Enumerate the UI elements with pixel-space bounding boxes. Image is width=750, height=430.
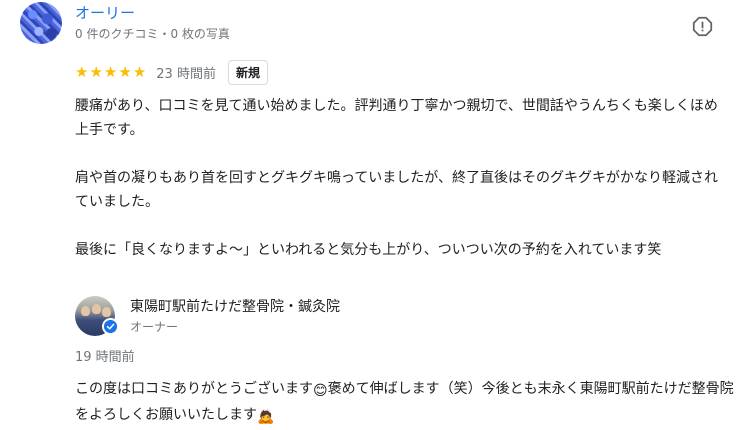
reply-time: 19 時間前 <box>75 350 135 365</box>
owner-reply: この度は口コミありがとうございます😊褒めて伸ばします（笑）今後とも末永く東陽町駅… <box>75 377 735 429</box>
owner-name: 東陽町駅前たけだ整骨院・鍼灸院 <box>130 299 340 315</box>
review-body: 腰痛があり、口コミを見て通い始めました。評判通り丁寧かつ親切で、世間話やうんちく… <box>75 94 720 262</box>
star-icon: ★ <box>132 62 147 81</box>
star-icon: ★ <box>118 62 132 81</box>
reviewer-meta: 0 件のクチコミ・0 枚の写真 <box>75 27 230 41</box>
report-icon[interactable] <box>692 16 713 37</box>
star-icon: ★ <box>75 62 89 81</box>
reviewer-avatar[interactable] <box>20 2 62 44</box>
verified-check-icon <box>102 318 119 335</box>
star-icon: ★ <box>103 62 118 81</box>
reply-text-part1: この度は口コミありがとうございます <box>75 381 313 397</box>
review-time: 23 時間前 <box>156 66 216 82</box>
review-paragraph: 腰痛があり、口コミを見て通い始めました。評判通り丁寧かつ親切で、世間話やうんちく… <box>75 98 718 138</box>
smile-emoji-icon: 😊 <box>313 383 328 399</box>
review-paragraph: 最後に「良くなりますよ〜」といわれると気分も上がり、ついつい次の予約を入れていま… <box>75 242 662 258</box>
star-rating: ★ ★ ★ ★ ★ <box>75 62 147 81</box>
reviewer-name[interactable]: オーリー <box>75 2 135 23</box>
rating-row: ★ ★ ★ ★ ★ 23 時間前 新規 <box>75 59 268 85</box>
star-icon: ★ <box>89 62 103 81</box>
review-paragraph: 肩や首の凝りもあり首を回すとグキグキ鳴っていましたが、終了直後はそのグキグキがか… <box>75 170 719 210</box>
bow-emoji-icon: 🙇 <box>257 409 275 425</box>
owner-role: オーナー <box>130 320 179 334</box>
new-badge: 新規 <box>227 59 268 85</box>
